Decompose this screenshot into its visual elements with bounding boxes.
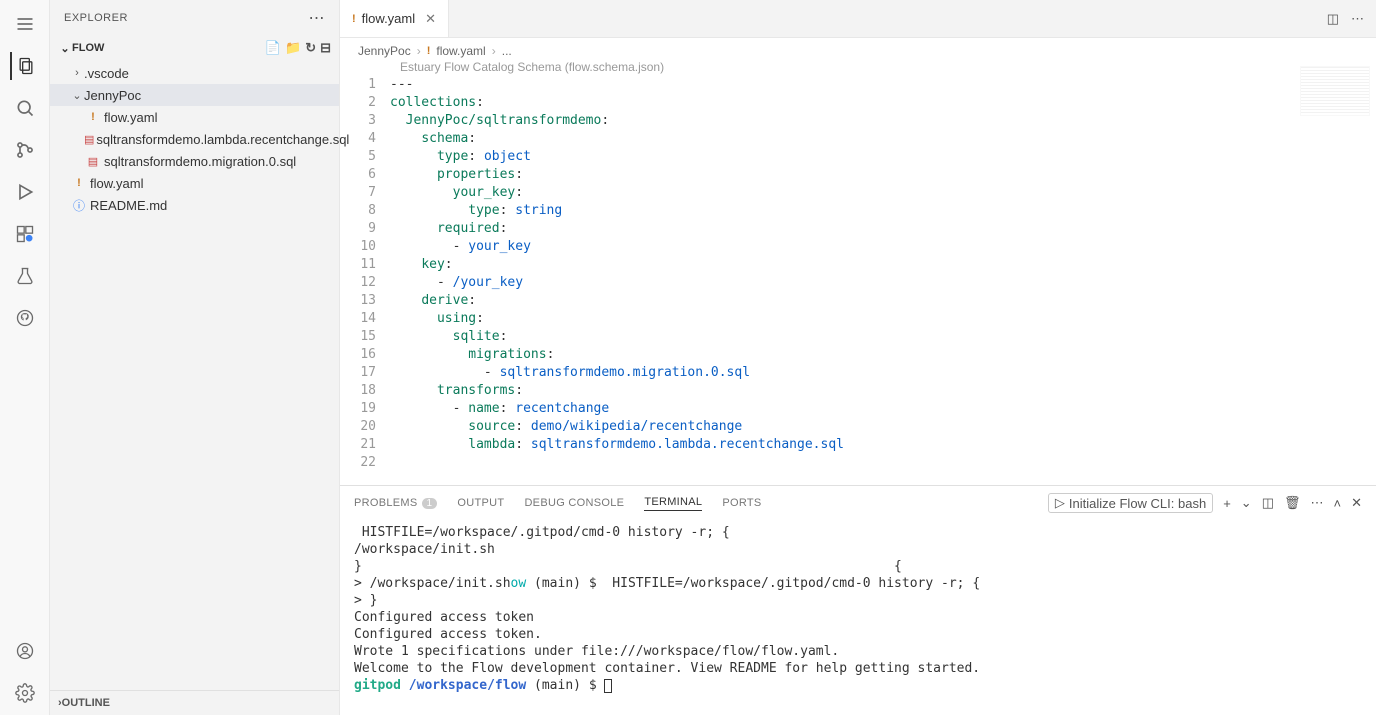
accounts-icon[interactable]: [11, 637, 39, 665]
yaml-file-icon: !: [70, 177, 88, 189]
tab-problems[interactable]: PROBLEMS 1: [354, 497, 437, 509]
yaml-file-icon: !: [84, 111, 102, 123]
tab-flow-yaml[interactable]: ! flow.yaml ✕: [340, 0, 449, 37]
tree-file-flow-yaml[interactable]: ! flow.yaml: [50, 106, 339, 128]
explorer-icon[interactable]: [10, 52, 38, 80]
chevron-down-icon: ⌄: [58, 42, 72, 55]
folder-section-header[interactable]: ⌄ FLOW 📄 📁 ↻ ⊟: [50, 36, 339, 60]
editor-tabs: ! flow.yaml ✕ ◫ ⋯: [340, 0, 1376, 38]
tree-folder-jennypoc[interactable]: ⌄ JennyPoc: [50, 84, 339, 106]
extensions-icon[interactable]: [11, 220, 39, 248]
editor[interactable]: Estuary Flow Catalog Schema (flow.schema…: [340, 60, 1376, 485]
explorer-sidebar: EXPLORER ⋯ ⌄ FLOW 📄 📁 ↻ ⊟ › .vscode ⌄ Je…: [50, 0, 340, 715]
folder-root-label: FLOW: [72, 42, 104, 54]
search-icon[interactable]: [11, 94, 39, 122]
terminal-content[interactable]: HISTFILE=/workspace/.gitpod/cmd-0 histor…: [340, 520, 1376, 715]
outline-section-header[interactable]: › OUTLINE: [50, 690, 339, 715]
main-area: ! flow.yaml ✕ ◫ ⋯ JennyPoc › ! flow.yaml…: [340, 0, 1376, 715]
more-actions-icon[interactable]: ⋯: [1351, 11, 1364, 27]
tab-debug-console[interactable]: DEBUG CONSOLE: [524, 497, 624, 509]
tab-ports[interactable]: PORTS: [722, 497, 761, 509]
run-debug-icon[interactable]: [11, 178, 39, 206]
collapse-icon[interactable]: ⊟: [320, 40, 331, 56]
breadcrumb[interactable]: JennyPoc › ! flow.yaml › ...: [340, 38, 1376, 60]
close-icon[interactable]: ✕: [425, 11, 436, 27]
new-file-icon[interactable]: 📄: [265, 40, 281, 56]
file-tree: › .vscode ⌄ JennyPoc ! flow.yaml ▤ sqltr…: [50, 60, 339, 218]
chevron-right-icon: ›: [70, 67, 84, 79]
new-folder-icon[interactable]: 📁: [285, 40, 301, 56]
split-terminal-icon[interactable]: ◫: [1262, 495, 1274, 511]
info-file-icon: ⓘ: [70, 197, 88, 214]
settings-icon[interactable]: [11, 679, 39, 707]
github-icon[interactable]: [11, 304, 39, 332]
sql-file-icon: ▤: [84, 133, 94, 146]
code-content[interactable]: ---collections: JennyPoc/sqltransformdem…: [390, 76, 1376, 472]
minimap[interactable]: [1300, 66, 1370, 116]
bottom-panel: PROBLEMS 1 OUTPUT DEBUG CONSOLE TERMINAL…: [340, 485, 1376, 715]
chevron-right-icon: ›: [417, 44, 421, 58]
chevron-right-icon: ›: [492, 44, 496, 58]
tree-file-sql-lambda[interactable]: ▤ sqltransformdemo.lambda.recentchange.s…: [50, 128, 339, 150]
tab-terminal[interactable]: TERMINAL: [644, 496, 702, 511]
source-control-icon[interactable]: [11, 136, 39, 164]
sql-file-icon: ▤: [84, 155, 102, 168]
terminal-task-label[interactable]: ▷ Initialize Flow CLI: bash: [1048, 493, 1213, 513]
yaml-file-icon: !: [352, 13, 356, 25]
tree-file-readme[interactable]: ⓘ README.md: [50, 194, 339, 216]
maximize-panel-icon[interactable]: ˄: [1334, 496, 1342, 511]
refresh-icon[interactable]: ↻: [305, 40, 316, 56]
explorer-more-icon[interactable]: ⋯: [309, 8, 326, 28]
tree-file-sql-migration[interactable]: ▤ sqltransformdemo.migration.0.sql: [50, 150, 339, 172]
yaml-file-icon: !: [427, 45, 431, 57]
split-editor-icon[interactable]: ◫: [1327, 11, 1339, 27]
more-icon[interactable]: ⋯: [1311, 495, 1324, 511]
line-gutter: 12345678910111213141516171819202122: [340, 76, 390, 472]
activity-bar: [0, 0, 50, 715]
beaker-icon[interactable]: [11, 262, 39, 290]
explorer-title: EXPLORER: [64, 12, 128, 24]
terminal-icon: ▷: [1055, 495, 1065, 511]
schema-hint: Estuary Flow Catalog Schema (flow.schema…: [400, 60, 664, 74]
menu-icon[interactable]: [11, 10, 39, 38]
terminal-dropdown-icon[interactable]: ⌄: [1241, 495, 1252, 511]
tree-file-flow-yaml-root[interactable]: ! flow.yaml: [50, 172, 339, 194]
chevron-down-icon: ⌄: [70, 89, 84, 102]
tab-output[interactable]: OUTPUT: [457, 497, 504, 509]
problems-badge: 1: [422, 498, 438, 509]
new-terminal-icon[interactable]: +: [1223, 496, 1231, 511]
close-panel-icon[interactable]: ✕: [1351, 495, 1362, 511]
tree-folder-vscode[interactable]: › .vscode: [50, 62, 339, 84]
kill-terminal-icon[interactable]: 🗑: [1284, 495, 1301, 511]
